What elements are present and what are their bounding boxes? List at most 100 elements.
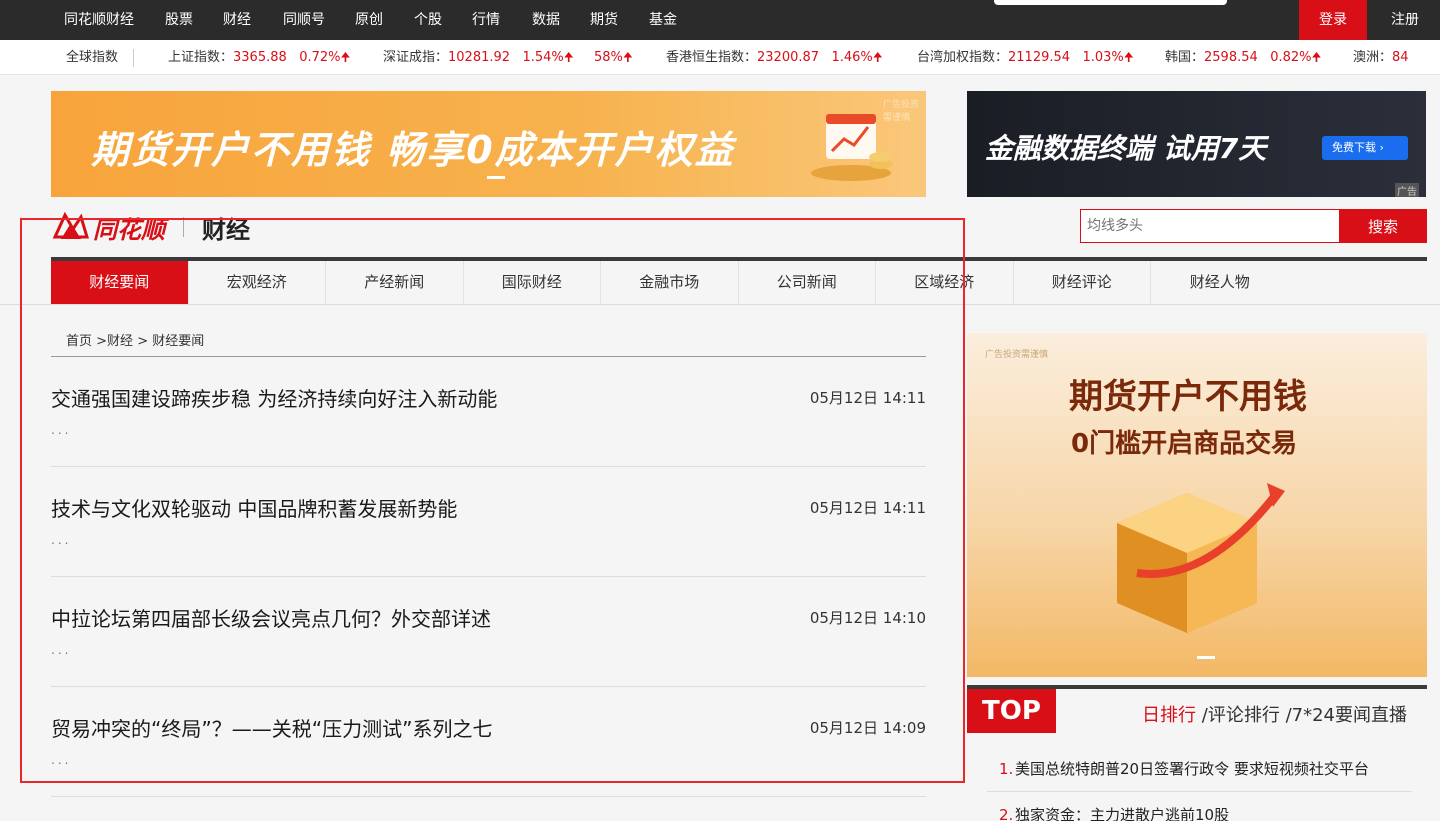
news-time: 05月12日 14:10 (809, 609, 926, 627)
financial-terminal-ad-banner[interactable]: 金融数据终端 试用7天 免费下载 › 广告 (967, 91, 1426, 197)
chart-calendar-icon (811, 114, 893, 181)
nav-link-original[interactable]: 原创 (355, 0, 414, 40)
login-button[interactable]: 登录 (1299, 0, 1367, 40)
carousel-indicator[interactable] (487, 176, 505, 179)
ticker-item-taiwan[interactable]: 台湾加权指数：21129.54 1.03%🠉 (917, 40, 1134, 74)
nav-link-individual-stocks[interactable]: 个股 (414, 0, 472, 40)
carousel-indicator[interactable] (1197, 656, 1215, 659)
top-ranking-header: TOP 日排行 /评论排行 /7*24要闻直播 (967, 685, 1427, 733)
ticker-value: 84 (1392, 50, 1409, 65)
nav-link-futures[interactable]: 期货 (590, 0, 649, 40)
logo-section: 财经 (202, 215, 250, 244)
top-label: TOP (967, 689, 1056, 733)
ticker-value: 10281.92 (448, 50, 511, 65)
tab-company-news[interactable]: 公司新闻 (739, 261, 876, 304)
tab-finance-people[interactable]: 财经人物 (1151, 261, 1289, 304)
news-time: 05月12日 14:09 (809, 719, 926, 737)
tab-international-finance[interactable]: 国际财经 (464, 261, 601, 304)
news-time: 05月12日 14:11 (809, 389, 926, 407)
ranking-list: 1. 美国总统特朗普20日签署行政令 要求短视频社交平台 2. 独家资金：主力进散户… (987, 746, 1412, 821)
news-time: 05月12日 14:11 (809, 499, 926, 517)
breadcrumb-separator: > (92, 334, 108, 349)
ticker-item-korea[interactable]: 韩国：2598.54 0.82%🠉 (1165, 40, 1322, 74)
nav-link-finance[interactable]: 财经 (223, 0, 283, 40)
news-list: 交通强国建设蹄疾步稳 为经济持续向好注入新动能 05月12日 14:11 ...… (51, 357, 926, 797)
breadcrumb-separator: > (133, 334, 153, 349)
ticker-value: 21129.54 (1008, 50, 1071, 65)
futures-account-ad-banner[interactable]: 期货开户不用钱 畅享0成本开户权益 广告投资需谨慎 (51, 91, 926, 197)
tab-finance-headlines[interactable]: 财经要闻 (51, 261, 189, 304)
logo-brand: 同花顺 (93, 215, 165, 244)
news-bottom-divider (51, 796, 926, 797)
tab-live-news[interactable]: 7*24要闻直播 (1292, 705, 1407, 726)
news-title[interactable]: 技术与文化双轮驱动 中国品牌积蓄发展新势能 (51, 493, 457, 522)
arrow-circle-icon: › (1379, 141, 1384, 154)
ranking-item[interactable]: 1. 美国总统特朗普20日签署行政令 要求短视频社交平台 (987, 746, 1412, 792)
ranking-tabs: 日排行 /评论排行 /7*24要闻直播 (1142, 701, 1407, 727)
ad-tag: 广告 (1395, 183, 1419, 197)
news-more-link[interactable]: ... (51, 423, 71, 437)
nav-link-quotes[interactable]: 行情 (472, 0, 532, 40)
ticker-name: 澳洲： (1353, 50, 1393, 65)
tab-comment-ranking[interactable]: 评论排行 (1208, 705, 1280, 726)
up-arrow-icon: 🠉 (563, 50, 574, 64)
tab-separator: / (1279, 705, 1292, 726)
ticker-item-shenzhen[interactable]: 深证成指：10281.92 1.54%🠉 (383, 40, 574, 74)
up-arrow-icon: 🠉 (1311, 50, 1322, 64)
tab-finance-commentary[interactable]: 财经评论 (1014, 261, 1151, 304)
news-more-link[interactable]: ... (51, 643, 71, 657)
ticker-change: 1.46% (831, 50, 873, 65)
category-tabs: 财经要闻 宏观经济 产经新闻 国际财经 金融市场 公司新闻 区域经济 财经评论 … (51, 257, 1427, 304)
register-button[interactable]: 注册 (1370, 0, 1440, 40)
news-item: 技术与文化双轮驱动 中国品牌积蓄发展新势能 05月12日 14:11 ... (51, 467, 926, 577)
ticker-item-partial[interactable]: 58%🠉 (594, 40, 633, 74)
news-title[interactable]: 中拉论坛第四届部长级会议亮点几何？外交部详述 (51, 603, 491, 632)
ranking-number: 1. (999, 760, 1014, 778)
ticker-divider (133, 49, 134, 67)
nav-link-tonghuashun-account[interactable]: 同顺号 (283, 0, 355, 40)
cube-graphic-icon (1117, 483, 1285, 633)
tab-industry-news[interactable]: 产经新闻 (326, 261, 464, 304)
nav-link-10jqka-finance[interactable]: 同花顺财经 (64, 0, 165, 40)
tab-financial-markets[interactable]: 金融市场 (601, 261, 739, 304)
breadcrumb-current[interactable]: 财经要闻 (152, 334, 204, 349)
ticker-label[interactable]: 全球指数 (66, 40, 118, 74)
tab-regional-economy[interactable]: 区域经济 (876, 261, 1014, 304)
search-input[interactable] (1080, 209, 1340, 243)
top-nav-links: 同花顺财经 股票 财经 同顺号 原创 个股 行情 数据 期货 基金 (64, 0, 709, 40)
news-more-link[interactable]: ... (51, 533, 71, 547)
tab-daily-ranking[interactable]: 日排行 (1142, 705, 1196, 726)
breadcrumb-finance[interactable]: 财经 (107, 334, 133, 349)
ticker-value: 2598.54 (1204, 50, 1258, 65)
up-arrow-icon: 🠉 (872, 50, 883, 64)
site-logo[interactable]: 同花顺 财经 (51, 210, 250, 244)
ad-subheadline: 0门槛开启商品交易 (1071, 429, 1298, 459)
breadcrumb-home[interactable]: 首页 (66, 334, 92, 349)
ticker-change: 1.03% (1082, 50, 1124, 65)
logo-divider (183, 217, 184, 237)
nav-link-data[interactable]: 数据 (532, 0, 590, 40)
ticker-change: 58% (594, 50, 623, 65)
nav-link-funds[interactable]: 基金 (649, 0, 709, 40)
news-title[interactable]: 贸易冲突的“终局”？——关税“压力测试”系列之七 (51, 713, 492, 742)
news-item: 交通强国建设蹄疾步稳 为经济持续向好注入新动能 05月12日 14:11 ... (51, 357, 926, 467)
search-button[interactable]: 搜索 (1339, 209, 1427, 243)
ticker-item-australia[interactable]: 澳洲：84 (1353, 40, 1409, 74)
ad-disclaimer: 广告投资需谨慎 (985, 350, 1049, 360)
ticker-name: 台湾加权指数： (917, 50, 1009, 65)
news-more-link[interactable]: ... (51, 753, 71, 767)
up-arrow-icon: 🠉 (340, 50, 351, 64)
search-box: 搜索 (1080, 209, 1427, 243)
nav-link-stocks[interactable]: 股票 (165, 0, 223, 40)
ranking-item[interactable]: 2. 独家资金：主力进散户逃前10股 (987, 792, 1412, 821)
free-download-button[interactable]: 免费下载 › (1322, 136, 1408, 160)
tab-macro-economy[interactable]: 宏观经济 (189, 261, 326, 304)
up-arrow-icon: 🠉 (1123, 50, 1134, 64)
global-index-ticker: 全球指数 上证指数：3365.88 0.72%🠉 深证成指：10281.92 1… (0, 40, 1440, 75)
ticker-item-shanghai[interactable]: 上证指数：3365.88 0.72%🠉 (168, 40, 351, 74)
divider-line (0, 304, 1440, 305)
futures-side-ad-banner[interactable]: 广告投资需谨慎 期货开户不用钱 0门槛开启商品交易 (967, 333, 1427, 677)
ticker-item-hang-seng[interactable]: 香港恒生指数：23200.87 1.46%🠉 (666, 40, 883, 74)
news-title[interactable]: 交通强国建设蹄疾步稳 为经济持续向好注入新动能 (51, 383, 497, 412)
ad-headline: 期货开户不用钱 (1069, 377, 1307, 417)
